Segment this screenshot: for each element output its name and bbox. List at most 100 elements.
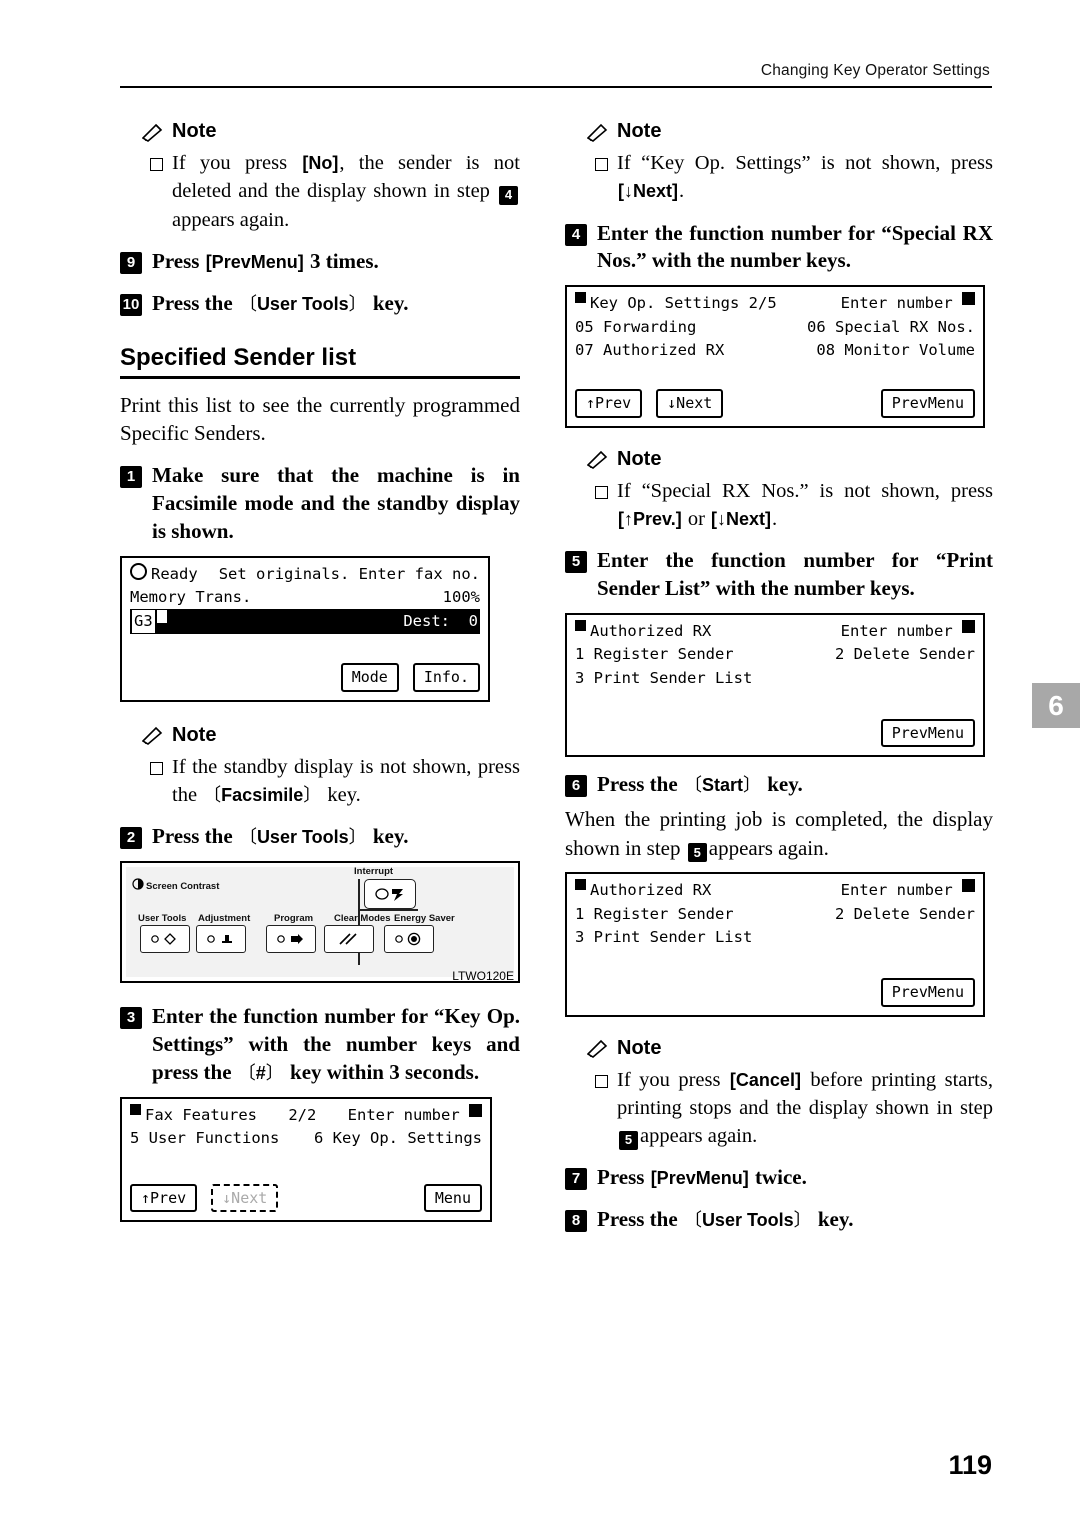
note-label: Note [617, 120, 662, 142]
lcd-title: Fax Features [145, 1106, 257, 1125]
note-item: If you press [No], the sender is not del… [150, 149, 520, 234]
lcd-softkeys: PrevMenu [575, 718, 975, 748]
key-interrupt[interactable] [364, 879, 416, 910]
lcd-item-1[interactable]: 1 Register Sender [575, 903, 734, 926]
lcd-item-06[interactable]: 06 Special RX Nos. [807, 316, 975, 339]
step-text: Press the User Tools key. [152, 290, 520, 318]
lcd-title: Authorized RX [590, 622, 712, 641]
lcd-row [130, 634, 480, 654]
lcd-item-2[interactable]: 2 Delete Sender [835, 643, 975, 666]
step-text: Enter the function number for “Key Op. S… [152, 1003, 520, 1087]
cursor-icon [469, 1104, 482, 1118]
label-adjustment: Adjustment [198, 913, 251, 925]
lcd-button-prev[interactable]: ↑Prev [130, 1183, 198, 1213]
lcd-button-prevmenu[interactable]: PrevMenu [880, 389, 975, 418]
step-10: 10 Press the User Tools key. [120, 290, 520, 318]
lcd-softkeys: Mode Info. [130, 663, 480, 692]
lcd-row [575, 949, 975, 969]
lcd-row: Key Op. Settings 2/5 Enter number [575, 292, 975, 315]
lcd-row [130, 1151, 482, 1175]
step-1: 1 Make sure that the machine is in Facsi… [120, 462, 520, 546]
label-program: Program [274, 913, 314, 925]
note-text: If you press [No], the sender is not del… [172, 152, 520, 231]
lcd-button-prevmenu[interactable]: PrevMenu [880, 718, 975, 748]
note-bullet-icon [150, 761, 163, 775]
lcd-row [575, 362, 975, 380]
lcd-button-prev[interactable]: ↑Prev [575, 389, 643, 418]
key-clear-modes-button[interactable] [324, 925, 374, 954]
lcd-item-6[interactable]: 6 Key Op. Settings [314, 1127, 482, 1150]
note-text: If “Key Op. Settings” is not shown, pres… [617, 152, 993, 203]
lcd-button-next[interactable]: ↓Next [211, 1183, 279, 1213]
lcd-item-05[interactable]: 05 Forwarding [575, 316, 696, 339]
lcd-row [575, 690, 975, 710]
step-8: 8 Press the User Tools key. [565, 1206, 993, 1234]
lcd-item-5[interactable]: 5 User Functions [130, 1127, 279, 1150]
lcd-row: Authorized RX Enter number [575, 620, 975, 643]
lcd-button-mode[interactable]: Mode [340, 663, 399, 692]
lcd-page: 2/5 [748, 294, 777, 313]
lcd-item-3[interactable]: 3 Print Sender List [575, 926, 752, 949]
key-user-tools-button[interactable] [140, 925, 190, 954]
note-text: If “Special RX Nos.” is not shown, press… [617, 479, 993, 530]
note-heading: Note [586, 448, 993, 471]
label-energy-saver: Energy Saver [394, 913, 455, 925]
step-text: Press the User Tools key. [597, 1206, 993, 1234]
panel-divider [358, 909, 418, 911]
lcd-item-1[interactable]: 1 Register Sender [575, 643, 734, 666]
cursor-icon [962, 879, 975, 893]
lcd-memory: Memory Trans. [130, 587, 252, 606]
key-energy-saver-button[interactable] [384, 925, 434, 954]
lcd-fax-features-display: Fax Features 2/2 Enter number 5 User Funct… [120, 1097, 492, 1223]
lcd-row: Authorized RX Enter number [575, 879, 975, 902]
lcd-mode-badge: G3 [132, 610, 155, 634]
label-clear-modes: Clear Modes [334, 913, 391, 925]
key-prevmenu: [PrevMenu] [650, 1168, 749, 1189]
label-interrupt: Interrupt [354, 866, 394, 878]
lcd-softkeys: ↑Prev ↓Next PrevMenu [575, 389, 975, 418]
lcd-marker-icon [575, 292, 586, 304]
note-heading: Note [586, 1037, 993, 1060]
lcd-row: Memory Trans. 100% [130, 586, 480, 609]
lcd-item-2[interactable]: 2 Delete Sender [835, 903, 975, 926]
lcd-row: 3 Print Sender List [575, 926, 975, 949]
note-item: If you press [Cancel] before printing st… [595, 1066, 993, 1151]
key-facsimile: Facsimile [202, 783, 322, 808]
note-item: If “Special RX Nos.” is not shown, press… [595, 477, 993, 534]
lcd-item-07[interactable]: 07 Authorized RX [575, 339, 724, 362]
key-hash: # [237, 1062, 285, 1086]
step-5: 5 Enter the function number for “Print S… [565, 547, 993, 603]
step-6: 6 Press the Start key. [565, 771, 993, 799]
intro-paragraph: Print this list to see the currently pro… [120, 392, 520, 446]
lcd-page: 2/2 [288, 1106, 317, 1125]
lcd-ready: Ready [151, 564, 198, 583]
key-program-button[interactable] [266, 925, 316, 954]
lcd-button-next[interactable]: ↓Next [656, 389, 724, 418]
step-text: Press the Start key. [597, 771, 993, 799]
step-ref: 5 [619, 1130, 638, 1150]
key-adjustment-button[interactable] [196, 925, 246, 954]
lcd-item-08[interactable]: 08 Monitor Volume [816, 339, 975, 362]
key-no: [No] [302, 153, 339, 173]
pencil-icon [141, 122, 164, 142]
energy-saver-icon [395, 933, 421, 946]
program-icon [277, 934, 303, 945]
step-number: 10 [120, 293, 142, 316]
lcd-button-prevmenu[interactable]: PrevMenu [880, 978, 975, 1007]
note-heading: Note [141, 120, 520, 143]
step-4: 4 Enter the function number for “Special… [565, 220, 993, 276]
lcd-prompt: Enter number [840, 622, 953, 641]
lcd-item-3[interactable]: 3 Print Sender List [575, 667, 752, 690]
note-item: If “Key Op. Settings” is not shown, pres… [595, 149, 993, 206]
lcd-button-info[interactable]: Info. [412, 663, 480, 692]
lcd-authorized-rx-display-1: Authorized RX Enter number 1 Register Sen… [565, 613, 985, 758]
note-heading: Note [141, 724, 520, 747]
lcd-button-menu[interactable]: Menu [423, 1183, 482, 1213]
lcd-softkeys: PrevMenu [575, 978, 975, 1007]
step-number: 5 [565, 551, 587, 574]
contrast-icon [132, 878, 144, 890]
key-prevmenu: [PrevMenu] [205, 251, 304, 272]
clear-modes-icon [339, 933, 357, 945]
lcd-row: 05 Forwarding 06 Special RX Nos. [575, 316, 975, 339]
lcd-marker-icon [130, 1104, 141, 1116]
